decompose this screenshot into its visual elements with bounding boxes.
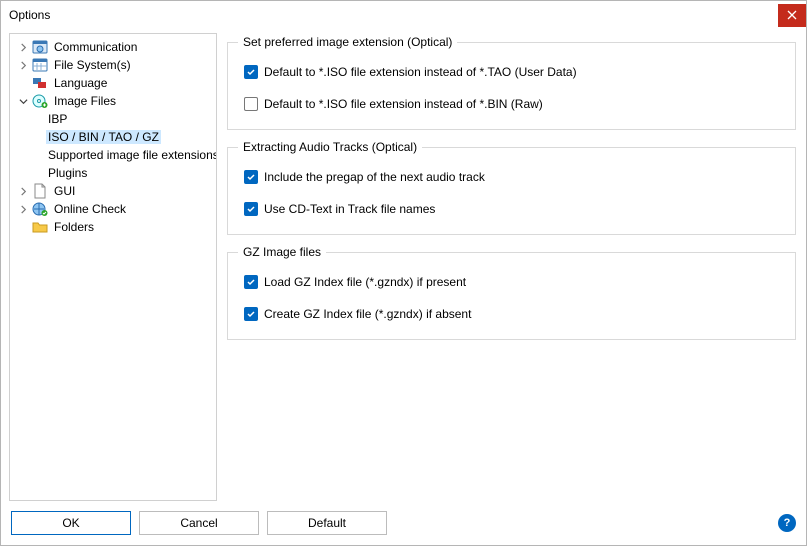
blank-doc-icon xyxy=(32,183,48,199)
group-legend: Set preferred image extension (Optical) xyxy=(238,35,457,49)
tree-item-iso-bin-tao-gz[interactable]: ISO / BIN / TAO / GZ xyxy=(10,128,216,146)
checkbox-label: Use CD-Text in Track file names xyxy=(264,202,435,216)
checkbox-row-gzcreate[interactable]: Create GZ Index file (*.gzndx) if absent xyxy=(244,307,785,321)
checkbox-row-bin[interactable]: Default to *.ISO file extension instead … xyxy=(244,97,785,111)
dialog-body: Communication File System(s) Language Im… xyxy=(1,29,806,501)
collapse-icon[interactable] xyxy=(16,94,30,108)
tree-label: Supported image file extensions xyxy=(46,148,217,162)
tree-label: Language xyxy=(52,76,109,90)
expand-icon[interactable] xyxy=(16,58,30,72)
tree-label: File System(s) xyxy=(52,58,133,72)
checkbox-row-tao[interactable]: Default to *.ISO file extension instead … xyxy=(244,65,785,79)
tree-item-filesystem[interactable]: File System(s) xyxy=(10,56,216,74)
default-button[interactable]: Default xyxy=(267,511,387,535)
group-gz-files: GZ Image files Load GZ Index file (*.gzn… xyxy=(227,245,796,340)
close-icon xyxy=(787,10,797,20)
disc-add-icon xyxy=(32,93,48,109)
tree-label: Folders xyxy=(52,220,96,234)
group-legend: GZ Image files xyxy=(238,245,326,259)
ok-button[interactable]: OK xyxy=(11,511,131,535)
options-dialog: Options Communication File System(s) xyxy=(0,0,807,546)
checkbox-label: Default to *.ISO file extension instead … xyxy=(264,97,543,111)
tree-item-ibp[interactable]: IBP xyxy=(10,110,216,128)
globe-check-icon xyxy=(32,201,48,217)
titlebar: Options xyxy=(1,1,806,29)
window-title: Options xyxy=(9,8,50,22)
checkbox-label: Create GZ Index file (*.gzndx) if absent xyxy=(264,307,471,321)
calendar-icon xyxy=(32,57,48,73)
tree-label: Image Files xyxy=(52,94,118,108)
cancel-button[interactable]: Cancel xyxy=(139,511,259,535)
checkbox-label: Include the pregap of the next audio tra… xyxy=(264,170,485,184)
checkbox-icon[interactable] xyxy=(244,65,258,79)
flags-icon xyxy=(32,75,48,91)
tree-item-language[interactable]: Language xyxy=(10,74,216,92)
checkbox-label: Default to *.ISO file extension instead … xyxy=(264,65,577,79)
tree-item-imagefiles[interactable]: Image Files xyxy=(10,92,216,110)
checkbox-label: Load GZ Index file (*.gzndx) if present xyxy=(264,275,466,289)
checkbox-row-gzload[interactable]: Load GZ Index file (*.gzndx) if present xyxy=(244,275,785,289)
navigation-tree[interactable]: Communication File System(s) Language Im… xyxy=(9,33,217,501)
tree-item-gui[interactable]: GUI xyxy=(10,182,216,200)
tree-list: Communication File System(s) Language Im… xyxy=(10,38,216,265)
tree-item-onlinecheck[interactable]: Online Check xyxy=(10,200,216,218)
tree-label: Online Check xyxy=(52,202,128,216)
close-button[interactable] xyxy=(778,4,806,27)
group-legend: Extracting Audio Tracks (Optical) xyxy=(238,140,422,154)
settings-pane: Set preferred image extension (Optical) … xyxy=(225,33,798,501)
group-audio-tracks: Extracting Audio Tracks (Optical) Includ… xyxy=(227,140,796,235)
expand-icon[interactable] xyxy=(16,40,30,54)
checkbox-icon[interactable] xyxy=(244,275,258,289)
expand-icon[interactable] xyxy=(16,184,30,198)
tree-item-communication[interactable]: Communication xyxy=(10,38,216,56)
tree-label: Plugins xyxy=(46,166,89,180)
checkbox-icon[interactable] xyxy=(244,170,258,184)
tree-item-supported-ext[interactable]: Supported image file extensions xyxy=(10,146,216,164)
tree-label: ISO / BIN / TAO / GZ xyxy=(46,130,161,144)
checkbox-icon[interactable] xyxy=(244,97,258,111)
checkbox-icon[interactable] xyxy=(244,202,258,216)
tree-label: GUI xyxy=(52,184,77,198)
checkbox-icon[interactable] xyxy=(244,307,258,321)
dialog-footer: OK Cancel Default ? xyxy=(1,501,806,545)
group-preferred-ext: Set preferred image extension (Optical) … xyxy=(227,35,796,130)
tree-label: IBP xyxy=(46,112,69,126)
checkbox-row-cdtext[interactable]: Use CD-Text in Track file names xyxy=(244,202,785,216)
globe-window-icon xyxy=(32,39,48,55)
spacer-icon xyxy=(16,220,30,234)
help-button[interactable]: ? xyxy=(778,514,796,532)
folder-icon xyxy=(32,219,48,235)
checkbox-row-pregap[interactable]: Include the pregap of the next audio tra… xyxy=(244,170,785,184)
spacer-icon xyxy=(16,76,30,90)
expand-icon[interactable] xyxy=(16,202,30,216)
tree-label: Communication xyxy=(52,40,139,54)
tree-item-plugins[interactable]: Plugins xyxy=(10,164,216,182)
tree-item-folders[interactable]: Folders xyxy=(10,218,216,236)
